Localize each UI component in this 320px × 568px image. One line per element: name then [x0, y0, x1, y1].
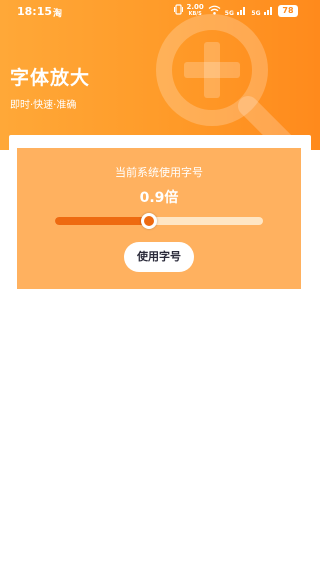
- zoom-plus-icon: [156, 14, 300, 150]
- battery-icon: 78: [278, 5, 298, 17]
- net-speed-value: 2.00: [186, 3, 204, 11]
- page-subtitle: 即时·快速·准确: [10, 100, 77, 111]
- wifi-icon: [208, 5, 221, 18]
- apply-font-size-button[interactable]: 使用字号: [124, 242, 194, 272]
- signal1-label: 5G: [224, 9, 234, 17]
- signal-icon: 5G: [225, 5, 248, 18]
- vibrate-icon: [173, 4, 183, 18]
- status-time: 18:15: [17, 5, 53, 18]
- slider-fill: [55, 217, 149, 225]
- net-speed: 2.00 KB/S: [187, 4, 204, 18]
- signal-icon-2: 5G: [251, 5, 274, 18]
- font-size-label: 当前系统使用字号: [115, 166, 203, 179]
- status-app-indicator: 淘: [53, 9, 63, 19]
- font-size-value: 0.9倍: [139, 190, 179, 206]
- net-speed-unit: KB/S: [188, 11, 202, 17]
- signal2-label: 5G: [251, 9, 261, 17]
- page-title: 字体放大: [10, 67, 91, 89]
- font-size-slider[interactable]: [55, 213, 263, 229]
- status-icons: 2.00 KB/S 5G 5G 78: [173, 4, 298, 18]
- status-bar: 18:15 淘 2.00 KB/S 5G 5G 78: [0, 0, 320, 24]
- header-banner: 18:15 淘 2.00 KB/S 5G 5G 78 字体放大 即时·快速·准确: [0, 0, 320, 150]
- font-size-card: 当前系统使用字号 0.9倍 使用字号: [17, 148, 301, 289]
- slider-thumb[interactable]: [140, 213, 157, 229]
